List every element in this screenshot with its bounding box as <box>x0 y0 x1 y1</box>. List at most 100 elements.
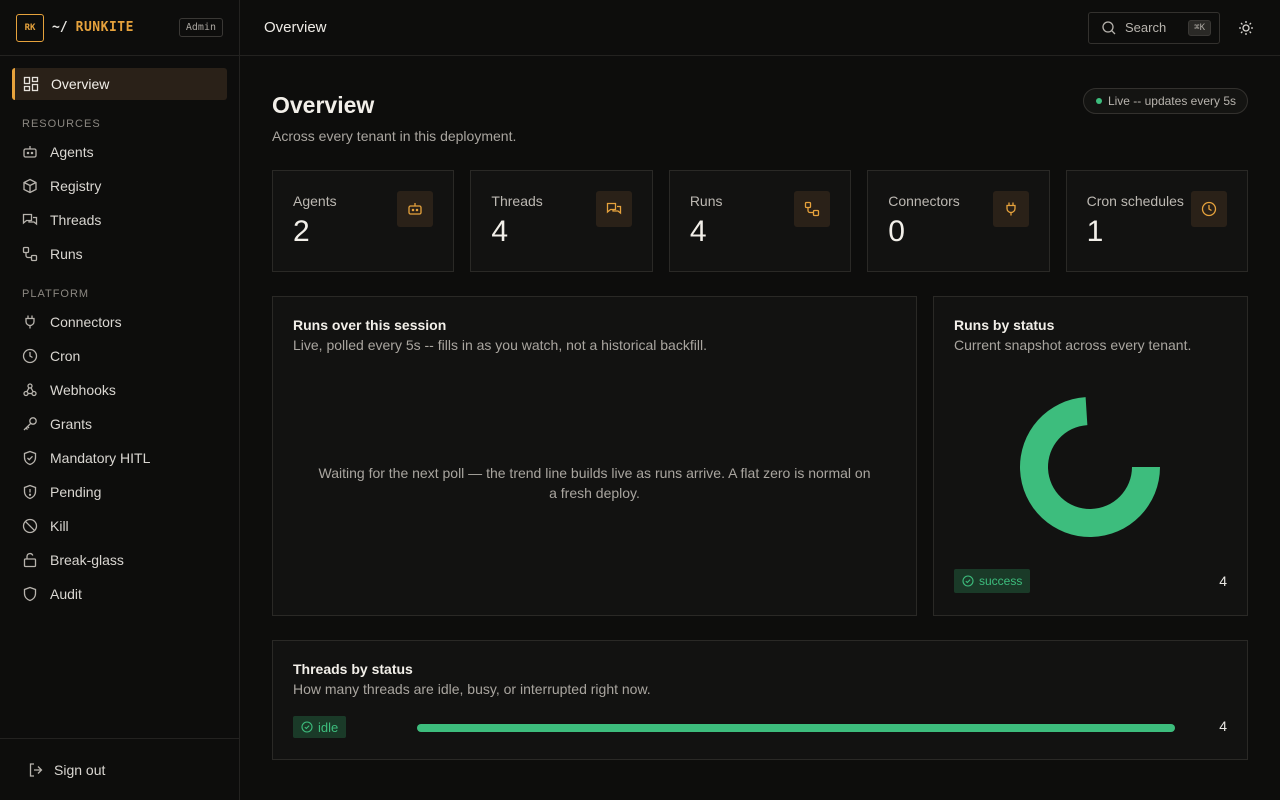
sidebar-item-overview[interactable]: Overview <box>12 68 227 100</box>
brand-prefix: ~/ <box>52 20 68 35</box>
sidebar-item-break-glass[interactable]: Break-glass <box>12 544 227 576</box>
sidebar-item-label: Break-glass <box>50 552 124 568</box>
sign-out-button[interactable]: Sign out <box>0 738 239 800</box>
runs-by-status-card: Runs by status Current snapshot across e… <box>933 296 1248 616</box>
workflow-icon <box>794 191 831 227</box>
threads-idle-bar-fill <box>417 724 1175 732</box>
live-status-pill: Live -- updates every 5s <box>1082 88 1248 114</box>
shield-alert-icon <box>22 484 38 500</box>
sun-icon <box>1238 20 1254 36</box>
threads-idle-bar <box>417 724 1175 732</box>
theme-toggle-button[interactable] <box>1236 18 1256 38</box>
sidebar-item-label: Webhooks <box>50 382 116 398</box>
sidebar-item-label: Runs <box>50 246 83 262</box>
stat-card-runs[interactable]: Runs 4 <box>668 170 852 272</box>
sidebar-item-audit[interactable]: Audit <box>12 578 227 610</box>
sidebar-item-label: Mandatory HITL <box>50 450 151 466</box>
live-status-label: Live -- updates every 5s <box>1107 94 1236 108</box>
search-button[interactable]: Search ⌘K <box>1088 11 1220 44</box>
search-label: Search <box>1125 20 1167 35</box>
sidebar-item-label: Registry <box>50 178 102 194</box>
chat-icon <box>595 191 632 227</box>
status-badge-success: success <box>954 569 1031 593</box>
stat-cards: Agents 2 Threads 4 Runs 4 Connectors 0 C… <box>272 170 1249 272</box>
runs-over-session-card: Runs over this session Live, polled ever… <box>272 296 917 616</box>
runs-status-donut-chart <box>1020 397 1160 537</box>
status-label: idle <box>318 719 339 735</box>
sidebar-nav: Overview RESOURCES Agents Registry Threa… <box>0 56 239 610</box>
workflow-icon <box>22 246 38 262</box>
sidebar-item-label: Pending <box>50 484 102 500</box>
sidebar-item-kill[interactable]: Kill <box>12 510 227 542</box>
topbar-title: Overview <box>264 19 327 36</box>
logout-icon <box>28 762 44 778</box>
brand-logo: RK <box>16 13 44 42</box>
ban-icon <box>22 518 38 534</box>
sidebar-item-label: Connectors <box>50 314 122 330</box>
search-icon <box>1101 20 1117 36</box>
sidebar-item-registry[interactable]: Registry <box>12 170 227 202</box>
sidebar-item-label: Threads <box>50 212 102 228</box>
chat-icon <box>22 212 38 228</box>
page-subtitle: Across every tenant in this deployment. <box>272 128 517 144</box>
sidebar-item-webhooks[interactable]: Webhooks <box>12 374 227 406</box>
key-icon <box>22 416 38 432</box>
sidebar-item-label: Grants <box>50 416 93 432</box>
search-shortcut: ⌘K <box>1188 19 1211 36</box>
page-title: Overview <box>272 92 375 118</box>
top-bar: Overview Search ⌘K <box>240 0 1280 56</box>
sidebar-item-runs[interactable]: Runs <box>12 238 227 270</box>
check-circle-icon <box>301 721 313 733</box>
clock-icon <box>1191 191 1228 227</box>
sidebar-item-connectors[interactable]: Connectors <box>12 306 227 338</box>
sidebar-item-mandatory-hitl[interactable]: Mandatory HITL <box>12 442 227 474</box>
admin-badge: Admin <box>178 18 223 37</box>
sidebar-item-agents[interactable]: Agents <box>12 136 227 168</box>
threads-by-status-card: Threads by status How many threads are i… <box>272 640 1248 760</box>
brand-name: RUNKITE <box>75 20 134 35</box>
bot-icon <box>397 191 434 227</box>
threads-idle-count: 4 <box>1219 718 1227 734</box>
bot-icon <box>22 144 38 160</box>
plug-icon <box>992 191 1029 227</box>
brand[interactable]: RK ~/ RUNKITE Admin <box>0 0 239 56</box>
sidebar-item-label: Cron <box>50 348 81 364</box>
card-subtitle: How many threads are idle, busy, or inte… <box>293 681 651 697</box>
status-count: 4 <box>1219 573 1227 589</box>
shield-icon <box>22 586 38 602</box>
stat-card-cron-schedules[interactable]: Cron schedules 1 <box>1065 170 1249 272</box>
stat-card-agents[interactable]: Agents 2 <box>272 170 455 272</box>
sidebar-item-cron[interactable]: Cron <box>12 340 227 372</box>
status-badge-idle: idle <box>293 716 347 738</box>
sidebar-item-grants[interactable]: Grants <box>12 408 227 440</box>
sidebar-item-pending[interactable]: Pending <box>12 476 227 508</box>
shield-check-icon <box>22 450 38 466</box>
sidebar-section-title: RESOURCES <box>22 118 101 130</box>
check-circle-icon <box>962 575 974 587</box>
stat-card-threads[interactable]: Threads 4 <box>470 170 653 272</box>
live-dot-icon <box>1095 98 1102 104</box>
card-subtitle: Current snapshot across every tenant. <box>954 337 1192 353</box>
unlock-icon <box>22 552 38 568</box>
stat-card-connectors[interactable]: Connectors 0 <box>867 170 1050 272</box>
sign-out-label: Sign out <box>54 761 106 778</box>
sidebar-item-label: Agents <box>50 144 94 160</box>
sidebar-item-label: Audit <box>50 586 82 602</box>
card-title: Runs by status <box>954 317 1055 333</box>
donut-slice-success[interactable] <box>1020 397 1160 537</box>
package-icon <box>22 178 38 194</box>
dashboard-icon <box>23 76 39 92</box>
card-subtitle: Live, polled every 5s -- fills in as you… <box>293 337 707 353</box>
sidebar-item-label: Overview <box>51 76 110 92</box>
empty-state-message: Waiting for the next poll — the trend li… <box>318 465 871 501</box>
card-title: Runs over this session <box>293 317 447 333</box>
clock-icon <box>22 348 38 364</box>
sidebar-item-label: Kill <box>50 518 69 534</box>
sidebar: RK ~/ RUNKITE Admin Overview RESOURCES A… <box>0 0 240 800</box>
sidebar-item-threads[interactable]: Threads <box>12 204 227 236</box>
webhook-icon <box>22 382 38 398</box>
sidebar-section-title: PLATFORM <box>22 288 90 300</box>
status-label: success <box>979 574 1023 588</box>
plug-icon <box>22 314 38 330</box>
card-title: Threads by status <box>293 661 413 677</box>
